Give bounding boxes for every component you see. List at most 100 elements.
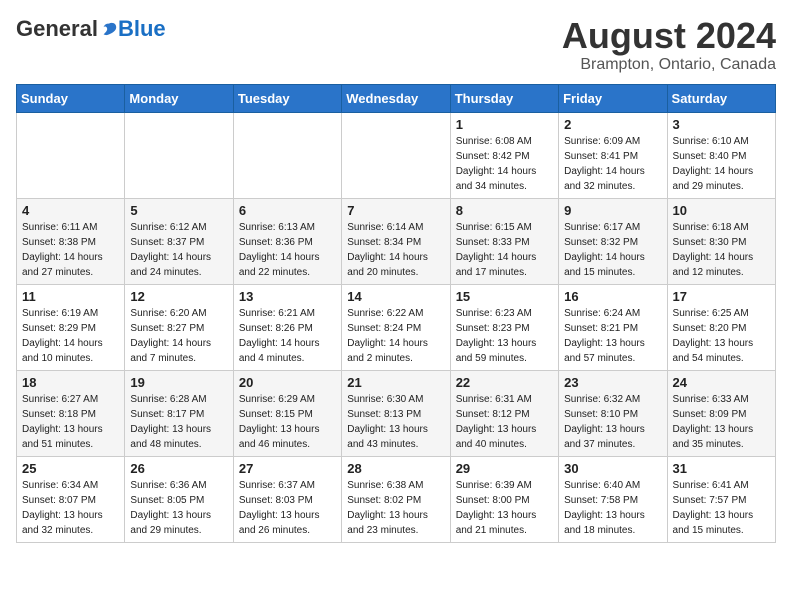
day-number: 28 <box>347 461 444 476</box>
day-cell: 23 Sunrise: 6:32 AMSunset: 8:10 PMDayligh… <box>559 370 667 456</box>
day-number: 22 <box>456 375 553 390</box>
day-info: Sunrise: 6:20 AMSunset: 8:27 PMDaylight:… <box>130 306 227 366</box>
month-title: August 2024 <box>562 16 776 56</box>
day-header-friday: Friday <box>559 84 667 112</box>
day-number: 25 <box>22 461 119 476</box>
day-info: Sunrise: 6:28 AMSunset: 8:17 PMDaylight:… <box>130 392 227 452</box>
day-number: 31 <box>673 461 770 476</box>
week-row-2: 4 Sunrise: 6:11 AMSunset: 8:38 PMDaylight… <box>17 198 776 284</box>
day-info: Sunrise: 6:37 AMSunset: 8:03 PMDaylight:… <box>239 478 336 538</box>
day-number: 9 <box>564 203 661 218</box>
day-number: 17 <box>673 289 770 304</box>
day-cell: 17 Sunrise: 6:25 AMSunset: 8:20 PMDayligh… <box>667 284 775 370</box>
day-info: Sunrise: 6:14 AMSunset: 8:34 PMDaylight:… <box>347 220 444 280</box>
day-number: 8 <box>456 203 553 218</box>
day-cell: 3 Sunrise: 6:10 AMSunset: 8:40 PMDaylight… <box>667 112 775 198</box>
day-number: 6 <box>239 203 336 218</box>
day-cell <box>233 112 341 198</box>
day-cell: 12 Sunrise: 6:20 AMSunset: 8:27 PMDayligh… <box>125 284 233 370</box>
week-row-5: 25Sunrise: 6:34 AMSunset: 8:07 PMDayligh… <box>17 456 776 542</box>
day-info: Sunrise: 6:09 AMSunset: 8:41 PMDaylight:… <box>564 134 661 194</box>
day-number: 30 <box>564 461 661 476</box>
week-row-4: 18 Sunrise: 6:27 AMSunset: 8:18 PMDayligh… <box>17 370 776 456</box>
day-cell: 31 Sunrise: 6:41 AMSunset: 7:57 PMDayligh… <box>667 456 775 542</box>
day-number: 14 <box>347 289 444 304</box>
day-cell: 25Sunrise: 6:34 AMSunset: 8:07 PMDayligh… <box>17 456 125 542</box>
day-number: 18 <box>22 375 119 390</box>
day-info: Sunrise: 6:32 AMSunset: 8:10 PMDaylight:… <box>564 392 661 452</box>
day-info: Sunrise: 6:33 AMSunset: 8:09 PMDaylight:… <box>673 392 770 452</box>
day-cell: 1Sunrise: 6:08 AMSunset: 8:42 PMDaylight… <box>450 112 558 198</box>
day-info: Sunrise: 6:40 AMSunset: 7:58 PMDaylight:… <box>564 478 661 538</box>
day-number: 3 <box>673 117 770 132</box>
day-cell: 15 Sunrise: 6:23 AMSunset: 8:23 PMDayligh… <box>450 284 558 370</box>
day-cell <box>342 112 450 198</box>
day-number: 24 <box>673 375 770 390</box>
day-cell: 30 Sunrise: 6:40 AMSunset: 7:58 PMDayligh… <box>559 456 667 542</box>
calendar-header: SundayMondayTuesdayWednesdayThursdayFrid… <box>17 84 776 112</box>
day-number: 20 <box>239 375 336 390</box>
day-number: 12 <box>130 289 227 304</box>
day-info: Sunrise: 6:13 AMSunset: 8:36 PMDaylight:… <box>239 220 336 280</box>
calendar-body: 1Sunrise: 6:08 AMSunset: 8:42 PMDaylight… <box>17 112 776 542</box>
day-info: Sunrise: 6:12 AMSunset: 8:37 PMDaylight:… <box>130 220 227 280</box>
day-cell: 10Sunrise: 6:18 AMSunset: 8:30 PMDayligh… <box>667 198 775 284</box>
day-header-tuesday: Tuesday <box>233 84 341 112</box>
day-number: 1 <box>456 117 553 132</box>
day-info: Sunrise: 6:30 AMSunset: 8:13 PMDaylight:… <box>347 392 444 452</box>
day-info: Sunrise: 6:23 AMSunset: 8:23 PMDaylight:… <box>456 306 553 366</box>
day-cell: 21 Sunrise: 6:30 AMSunset: 8:13 PMDayligh… <box>342 370 450 456</box>
day-number: 26 <box>130 461 227 476</box>
title-block: August 2024 Brampton, Ontario, Canada <box>562 16 776 74</box>
day-info: Sunrise: 6:39 AMSunset: 8:00 PMDaylight:… <box>456 478 553 538</box>
day-number: 23 <box>564 375 661 390</box>
day-number: 4 <box>22 203 119 218</box>
day-info: Sunrise: 6:11 AMSunset: 8:38 PMDaylight:… <box>22 220 119 280</box>
day-cell: 20Sunrise: 6:29 AMSunset: 8:15 PMDayligh… <box>233 370 341 456</box>
day-cell: 28Sunrise: 6:38 AMSunset: 8:02 PMDayligh… <box>342 456 450 542</box>
day-info: Sunrise: 6:27 AMSunset: 8:18 PMDaylight:… <box>22 392 119 452</box>
week-row-1: 1Sunrise: 6:08 AMSunset: 8:42 PMDaylight… <box>17 112 776 198</box>
day-cell: 22 Sunrise: 6:31 AMSunset: 8:12 PMDayligh… <box>450 370 558 456</box>
week-row-3: 11 Sunrise: 6:19 AMSunset: 8:29 PMDayligh… <box>17 284 776 370</box>
day-info: Sunrise: 6:31 AMSunset: 8:12 PMDaylight:… <box>456 392 553 452</box>
day-number: 15 <box>456 289 553 304</box>
day-header-saturday: Saturday <box>667 84 775 112</box>
calendar-table: SundayMondayTuesdayWednesdayThursdayFrid… <box>16 84 776 543</box>
day-cell <box>125 112 233 198</box>
day-info: Sunrise: 6:10 AMSunset: 8:40 PMDaylight:… <box>673 134 770 194</box>
logo-general-text: General <box>16 16 98 42</box>
day-cell: 13Sunrise: 6:21 AMSunset: 8:26 PMDayligh… <box>233 284 341 370</box>
day-cell: 9 Sunrise: 6:17 AMSunset: 8:32 PMDaylight… <box>559 198 667 284</box>
logo: General Blue <box>16 16 166 42</box>
day-info: Sunrise: 6:17 AMSunset: 8:32 PMDaylight:… <box>564 220 661 280</box>
day-cell: 29Sunrise: 6:39 AMSunset: 8:00 PMDayligh… <box>450 456 558 542</box>
day-info: Sunrise: 6:25 AMSunset: 8:20 PMDaylight:… <box>673 306 770 366</box>
day-info: Sunrise: 6:19 AMSunset: 8:29 PMDaylight:… <box>22 306 119 366</box>
day-cell: 6 Sunrise: 6:13 AMSunset: 8:36 PMDaylight… <box>233 198 341 284</box>
day-number: 13 <box>239 289 336 304</box>
day-cell: 26 Sunrise: 6:36 AMSunset: 8:05 PMDayligh… <box>125 456 233 542</box>
logo-blue-text: Blue <box>118 16 166 42</box>
day-info: Sunrise: 6:41 AMSunset: 7:57 PMDaylight:… <box>673 478 770 538</box>
header-row: SundayMondayTuesdayWednesdayThursdayFrid… <box>17 84 776 112</box>
day-cell: 11 Sunrise: 6:19 AMSunset: 8:29 PMDayligh… <box>17 284 125 370</box>
day-number: 11 <box>22 289 119 304</box>
location-subtitle: Brampton, Ontario, Canada <box>562 56 776 74</box>
day-cell: 8 Sunrise: 6:15 AMSunset: 8:33 PMDaylight… <box>450 198 558 284</box>
day-info: Sunrise: 6:24 AMSunset: 8:21 PMDaylight:… <box>564 306 661 366</box>
day-info: Sunrise: 6:15 AMSunset: 8:33 PMDaylight:… <box>456 220 553 280</box>
day-number: 16 <box>564 289 661 304</box>
day-cell <box>17 112 125 198</box>
day-number: 27 <box>239 461 336 476</box>
day-cell: 19Sunrise: 6:28 AMSunset: 8:17 PMDayligh… <box>125 370 233 456</box>
day-number: 5 <box>130 203 227 218</box>
logo-bird-icon <box>100 20 118 38</box>
day-info: Sunrise: 6:36 AMSunset: 8:05 PMDaylight:… <box>130 478 227 538</box>
day-header-wednesday: Wednesday <box>342 84 450 112</box>
day-number: 2 <box>564 117 661 132</box>
day-header-thursday: Thursday <box>450 84 558 112</box>
day-cell: 18 Sunrise: 6:27 AMSunset: 8:18 PMDayligh… <box>17 370 125 456</box>
day-number: 21 <box>347 375 444 390</box>
day-cell: 4 Sunrise: 6:11 AMSunset: 8:38 PMDaylight… <box>17 198 125 284</box>
